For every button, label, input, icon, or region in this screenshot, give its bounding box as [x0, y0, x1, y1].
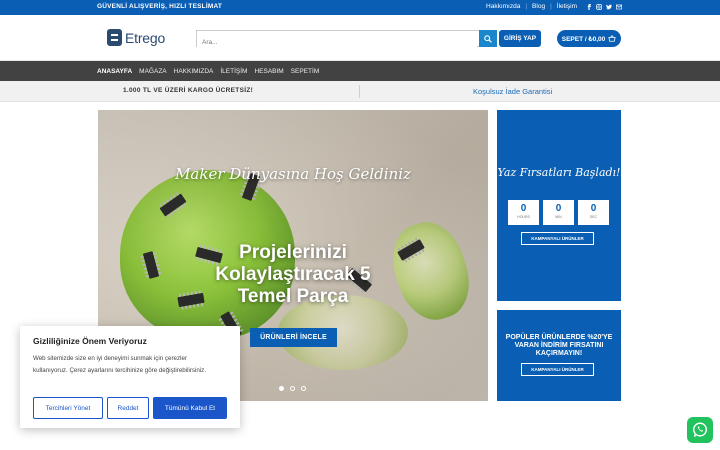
whatsapp-button[interactable]	[687, 417, 713, 443]
nav-item-about[interactable]: HAKKIMIZDA	[174, 68, 214, 75]
search-box	[196, 30, 497, 50]
countdown-sec: 0 SEC	[578, 200, 609, 225]
slider-dot[interactable]	[290, 386, 295, 391]
cookie-reject-button[interactable]: Reddet	[107, 397, 149, 419]
top-link-separator: |	[525, 3, 528, 10]
countdown-timer: 0 HOURS 0 MIN 0 SEC	[508, 200, 609, 225]
slider-dot[interactable]	[279, 386, 284, 391]
return-guarantee-link[interactable]: Koşulsuz İade Garantisi	[473, 87, 552, 96]
mail-icon[interactable]	[616, 4, 622, 10]
campaign-products-button[interactable]: KAMPANYALI ÜRÜNLER	[521, 232, 594, 245]
countdown-min-label: MIN	[555, 215, 562, 219]
nav-item-contact[interactable]: İLETİŞİM	[220, 68, 247, 75]
promo-discount-title: POPÜLER ÜRÜNLERDE %20'YE VARAN İNDİRİM F…	[505, 334, 613, 357]
campaign-products-button-2[interactable]: KAMPANYALI ÜRÜNLER	[521, 363, 594, 376]
countdown-min-value: 0	[555, 203, 562, 214]
free-shipping-text: 1.000 TL VE ÜZERİ KARGO ÜCRETSİZ!	[123, 87, 254, 94]
promo-countdown-title: Yaz Fırsatları Başladı!	[497, 166, 621, 179]
top-link-separator: |	[550, 3, 552, 10]
countdown-min: 0 MIN	[543, 200, 574, 225]
countdown-hours: 0 HOURS	[508, 200, 539, 225]
countdown-sec-value: 0	[590, 203, 597, 214]
site-logo[interactable]: Etrego	[107, 29, 165, 46]
login-button[interactable]: GİRİŞ YAP	[499, 30, 541, 47]
cookie-manage-button[interactable]: Tercihleri Yönet	[33, 397, 103, 419]
search-input[interactable]	[197, 35, 477, 50]
promo-strip: 1.000 TL VE ÜZERİ KARGO ÜCRETSİZ! Koşuls…	[0, 81, 720, 102]
top-link-about[interactable]: Hakkımızda	[481, 3, 525, 10]
twitter-icon[interactable]	[606, 4, 613, 10]
top-link-contact[interactable]: İletişim	[552, 3, 582, 10]
cookie-text: Web sitemizde size en iyi deneyimi sunma…	[33, 355, 206, 374]
cart-label: SEPET / ₺0,00	[561, 35, 606, 43]
promo-countdown: Yaz Fırsatları Başladı! 0 HOURS 0 MIN 0 …	[497, 110, 621, 301]
site-header: Etrego GİRİŞ YAP SEPET / ₺0,00	[0, 15, 720, 61]
instagram-icon[interactable]	[596, 3, 602, 10]
slider-dots	[279, 386, 306, 391]
countdown-hours-label: HOURS	[517, 215, 530, 219]
top-bar: GÜVENLİ ALIŞVERİŞ, HIZLI TESLİMAT Hakkım…	[0, 0, 720, 15]
search-button[interactable]	[479, 30, 497, 47]
top-bar-tagline: GÜVENLİ ALIŞVERİŞ, HIZLI TESLİMAT	[97, 3, 223, 10]
promo-discount: POPÜLER ÜRÜNLERDE %20'YE VARAN İNDİRİM F…	[497, 310, 621, 401]
top-link-blog[interactable]: Blog	[527, 3, 550, 10]
hero-cta-button[interactable]: ÜRÜNLERİ İNCELE	[250, 328, 337, 347]
main-nav: ANASAYFA MAĞAZA HAKKIMIZDA İLETİŞİM HESA…	[0, 61, 720, 81]
countdown-hours-value: 0	[520, 203, 527, 214]
whatsapp-icon	[692, 422, 708, 437]
facebook-icon[interactable]	[586, 3, 592, 10]
nav-item-shop[interactable]: MAĞAZA	[139, 68, 166, 75]
cookie-consent-dialog: Gizliliğinize Önem Veriyoruz Web sitemiz…	[20, 326, 240, 428]
social-icons	[586, 3, 622, 10]
nav-item-home[interactable]: ANASAYFA	[97, 68, 132, 75]
logo-text: Etrego	[125, 29, 166, 46]
nav-item-cart[interactable]: SEPETİM	[291, 68, 320, 75]
strip-divider	[359, 85, 360, 98]
cart-button[interactable]: SEPET / ₺0,00	[557, 30, 621, 47]
top-bar-links: Hakkımızda | Blog | İletişim	[481, 3, 622, 10]
nav-item-account[interactable]: HESABIM	[254, 68, 283, 75]
cookie-accept-button[interactable]: Tümünü Kabul Et	[153, 397, 227, 419]
countdown-sec-label: SEC	[589, 215, 598, 219]
hero-headline: Projelerinizi Kolaylaştıracak 5 Temel Pa…	[215, 242, 371, 307]
search-icon	[484, 34, 492, 43]
slider-dot[interactable]	[301, 386, 306, 391]
cookie-title: Gizliliğinize Önem Veriyoruz	[33, 336, 147, 346]
basket-icon	[608, 35, 616, 42]
hero-kicker: Maker Dünyasına Hoş Geldiniz	[175, 165, 411, 183]
logo-mark-icon	[107, 29, 122, 46]
